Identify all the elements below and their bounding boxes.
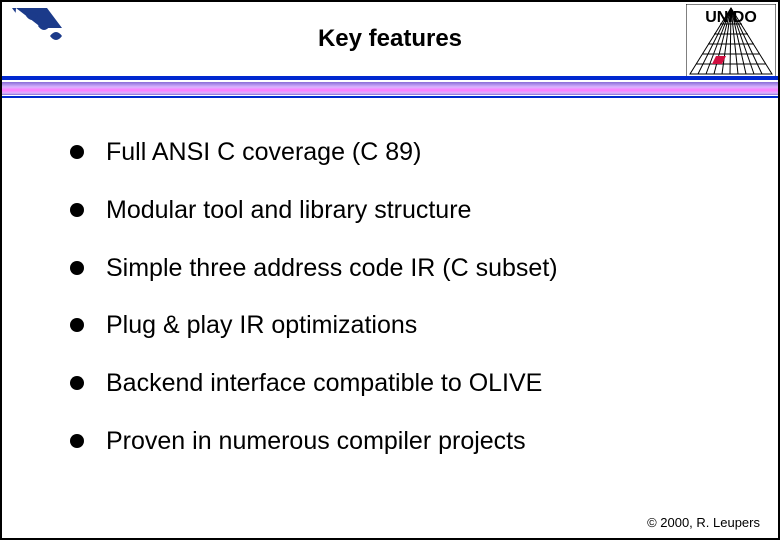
unido-logo-text: UNIDO xyxy=(705,9,757,26)
list-item: Full ANSI C coverage (C 89) xyxy=(70,138,723,167)
list-item: Proven in numerous compiler projects xyxy=(70,427,723,456)
bullet-list: Full ANSI C coverage (C 89) Modular tool… xyxy=(70,138,723,456)
flag-logo-icon xyxy=(12,8,86,62)
slide-title: Key features xyxy=(2,25,778,53)
content-area: Full ANSI C coverage (C 89) Modular tool… xyxy=(2,108,778,495)
list-item: Modular tool and library structure xyxy=(70,196,723,225)
slide: Key features UNIDO xyxy=(0,0,780,540)
list-item: Backend interface compatible to OLIVE xyxy=(70,369,723,398)
copyright-footer: © 2000, R. Leupers xyxy=(647,515,760,530)
unido-logo-icon: UNIDO xyxy=(686,4,776,78)
list-item: Simple three address code IR (C subset) xyxy=(70,254,723,283)
separator-bar xyxy=(2,76,778,98)
header: Key features UNIDO xyxy=(2,2,778,76)
list-item: Plug & play IR optimizations xyxy=(70,311,723,340)
